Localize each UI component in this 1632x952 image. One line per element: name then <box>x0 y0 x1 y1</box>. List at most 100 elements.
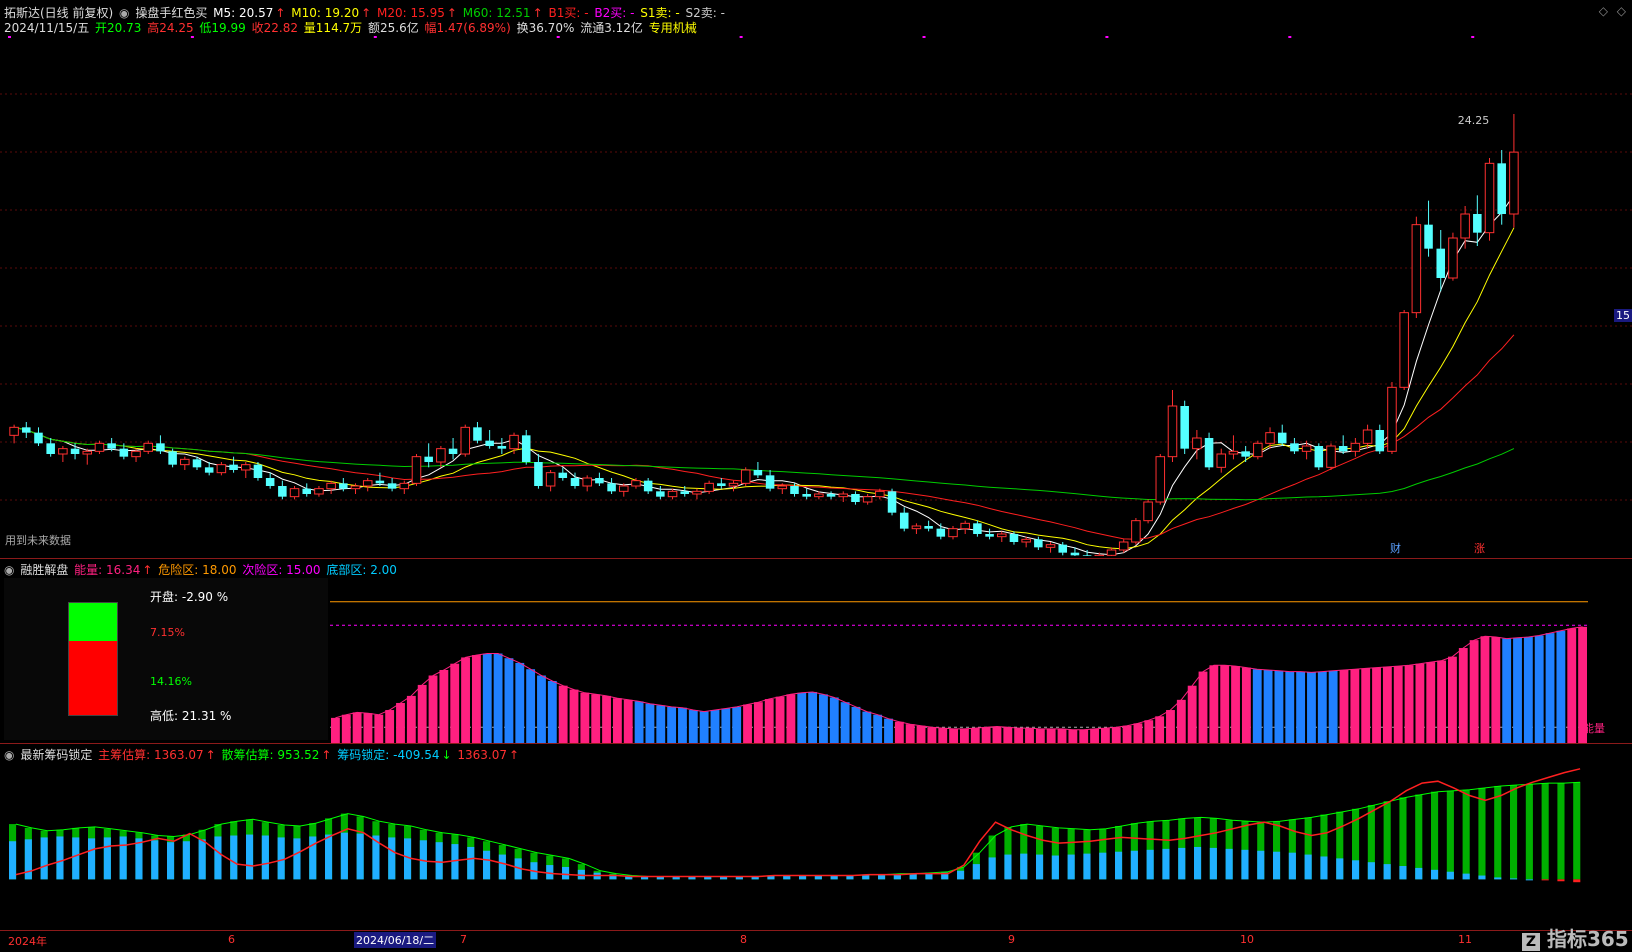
energy-bar <box>1317 671 1327 743</box>
indicator-name[interactable]: 操盘手红色买 <box>135 6 207 20</box>
candle-body <box>1021 538 1031 543</box>
chips-scatter-bar <box>498 854 506 880</box>
energy-bar <box>764 699 774 743</box>
energy-bar <box>1111 727 1121 743</box>
info-low: 低19.99 <box>199 21 246 35</box>
energy-bar <box>1220 665 1230 743</box>
candle-body <box>1167 405 1178 458</box>
candle-body <box>704 482 714 492</box>
chips-scatter-bar <box>88 838 96 880</box>
chips-main-bar <box>1573 782 1581 880</box>
energy-bar <box>1491 637 1501 743</box>
ma10-label: M10: 19.20 <box>291 6 360 20</box>
chips-scatter-bar <box>972 864 980 880</box>
chips-scatter-bar <box>1020 853 1028 880</box>
signal-dot <box>373 36 377 38</box>
watermark: Z 指标365 <box>1522 923 1629 952</box>
candle-body <box>1204 438 1214 468</box>
energy-bar <box>547 680 557 743</box>
candle-body <box>887 491 897 513</box>
energy-bar <box>634 701 644 743</box>
energy-bar <box>331 717 340 743</box>
expand-icon[interactable]: ◇ <box>1617 4 1626 18</box>
x-label-sep: 9 <box>1008 933 1015 946</box>
chips-scatter-bar <box>1130 850 1138 880</box>
energy-bar <box>873 714 883 743</box>
energy-bar <box>1014 728 1024 743</box>
chips-chart[interactable] <box>0 745 1632 930</box>
energy-bar <box>819 694 828 743</box>
energy-bar <box>1350 669 1360 743</box>
panel-divider[interactable] <box>0 558 1632 559</box>
collapse-icon[interactable]: ◇ <box>1599 4 1608 18</box>
candle-body <box>1473 214 1482 233</box>
info-sector[interactable]: 专用机械 <box>649 21 697 35</box>
stock-name[interactable]: 拓斯达(日线 前复权) <box>4 6 113 20</box>
chips-scatter-bar <box>1462 873 1470 880</box>
energy-bar <box>1090 728 1099 743</box>
chips-scatter-bar <box>1051 855 1059 880</box>
chips-scatter-bar <box>293 838 301 880</box>
info-high: 高24.25 <box>147 21 194 35</box>
energy-bar <box>894 721 904 743</box>
chips-scatter-bar <box>1336 858 1344 880</box>
chips-scatter-bar <box>24 839 32 880</box>
candle-body <box>924 526 933 529</box>
x-label-aug: 8 <box>740 933 747 946</box>
chips-main-bar <box>1525 784 1533 880</box>
ma20-label: M20: 15.95 <box>377 6 445 20</box>
energy-bar <box>678 707 687 743</box>
energy-bar <box>1209 665 1219 743</box>
candle-body <box>241 464 251 471</box>
energy-bar <box>1448 656 1457 743</box>
chips-scatter-bar <box>135 838 143 880</box>
energy-bar <box>916 725 926 743</box>
candle-body <box>1155 456 1166 503</box>
chips-scatter-bar <box>325 834 333 880</box>
candle-body <box>387 483 397 489</box>
chips-scatter-bar <box>246 834 254 880</box>
chips-main-bar <box>1462 789 1470 880</box>
energy-bar <box>537 675 546 743</box>
candle-body <box>302 488 312 494</box>
energy-bar <box>1187 685 1197 743</box>
energy-bar <box>753 702 763 743</box>
energy-bar <box>515 662 525 743</box>
energy-bar <box>960 728 969 743</box>
candle-body <box>339 483 348 489</box>
chips-scatter-bar <box>1304 854 1312 880</box>
energy-chart[interactable] <box>0 560 1632 745</box>
energy-bar <box>992 726 1002 743</box>
candle-body <box>595 478 604 484</box>
candle-body <box>168 451 177 465</box>
candle-body <box>631 480 641 487</box>
chips-scatter-bar <box>388 837 396 880</box>
energy-bar <box>743 704 752 743</box>
candle-body <box>680 491 690 494</box>
x-label-cursor-date[interactable]: 2024/06/18/二 <box>354 932 437 948</box>
candle-body <box>619 485 629 492</box>
candle-body <box>204 467 214 473</box>
energy-bar <box>1166 710 1175 743</box>
candle-body <box>1143 501 1153 522</box>
candle-body <box>899 512 909 529</box>
candle-body <box>911 525 922 530</box>
chips-main-bar <box>1431 791 1439 880</box>
chips-scatter-bar <box>214 836 222 880</box>
energy-bar <box>417 684 427 743</box>
chips-scatter-bar <box>356 833 364 880</box>
candlestick-chart[interactable]: 24.259.37财涨 <box>0 36 1632 556</box>
signal-dot <box>1105 36 1109 38</box>
candle-body <box>265 478 275 486</box>
candle-body <box>70 448 80 454</box>
energy-bar <box>905 724 915 743</box>
signal-dot <box>739 36 743 38</box>
candle-body <box>192 459 202 468</box>
panel-divider-2[interactable] <box>0 743 1632 744</box>
energy-bar <box>1100 728 1110 743</box>
candle-body <box>814 493 824 498</box>
energy-bar <box>808 691 818 743</box>
info-change: 幅1.47(6.89%) <box>424 21 511 35</box>
indicator-toggle-icon[interactable]: ◉ <box>119 6 129 20</box>
energy-bar <box>1534 635 1544 743</box>
